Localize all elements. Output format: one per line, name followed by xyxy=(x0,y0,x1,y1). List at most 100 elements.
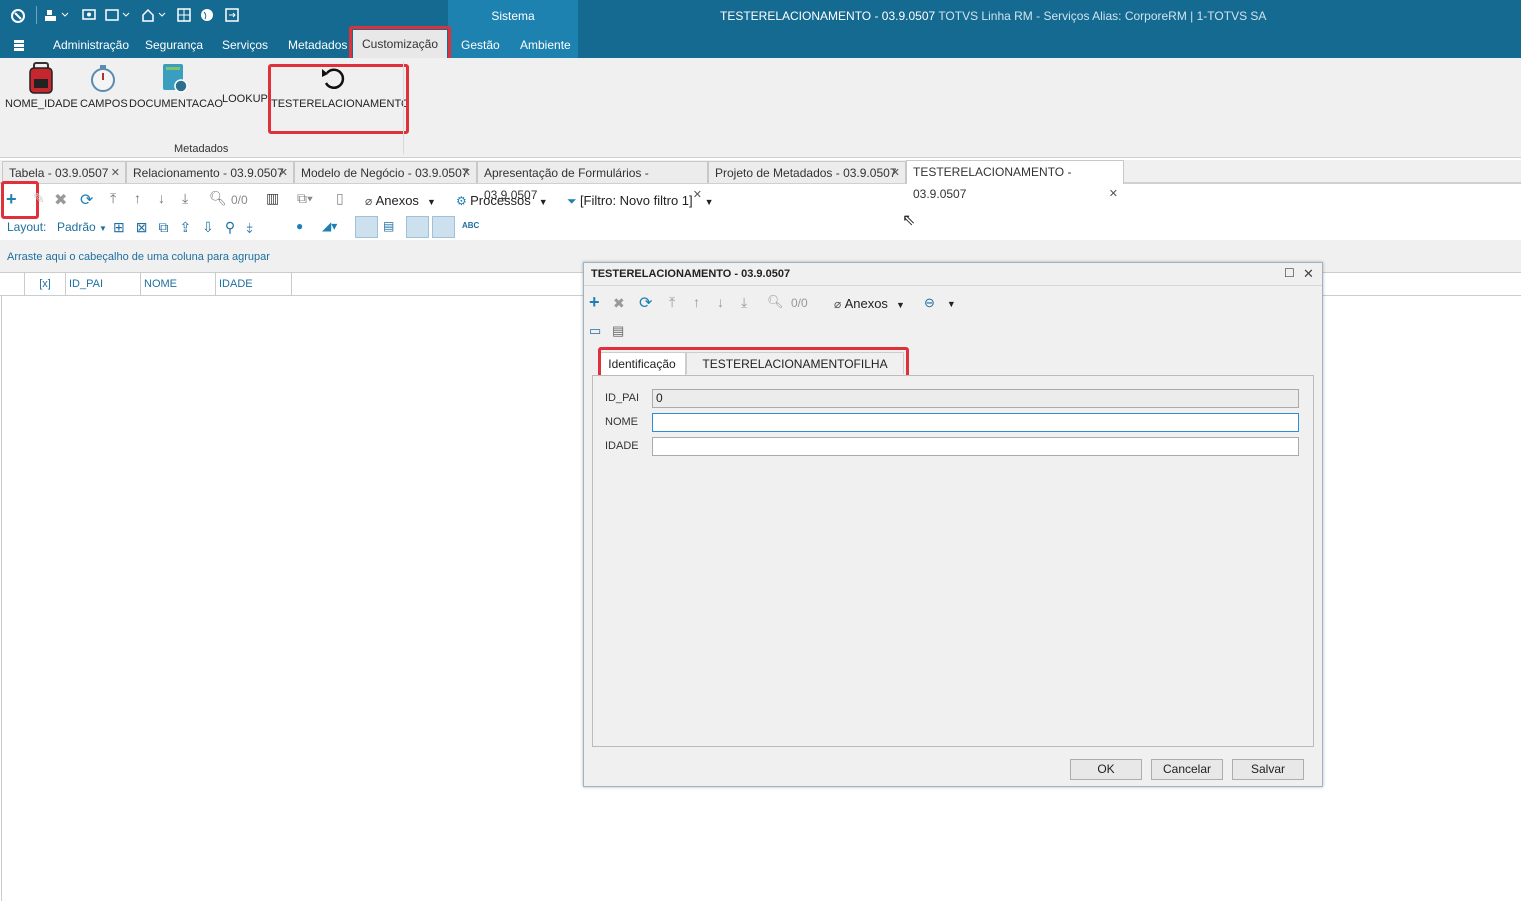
chevron-down-icon: ▼ xyxy=(99,224,107,233)
doc-tab-projeto-metadados[interactable]: Projeto de Metadados - 03.9.0507 ✕ xyxy=(708,161,906,183)
app-logo-icon[interactable] xyxy=(10,8,26,27)
doc-tab-label: Projeto de Metadados - 03.9.0507 xyxy=(715,166,897,180)
tab-ambiente[interactable]: Ambiente xyxy=(520,38,571,52)
ribbon-button-campos[interactable]: CAMPOS xyxy=(80,62,128,110)
ribbon-button-label: CAMPOS xyxy=(80,98,128,110)
doc-tab-label: Tabela - 03.9.0507 xyxy=(9,166,109,180)
grid-icon[interactable] xyxy=(177,8,191,25)
dialog-anexos-dropdown[interactable]: ⌀ Anexos ▼ xyxy=(834,296,905,311)
list-view-icon[interactable]: ▤ xyxy=(612,323,624,339)
id-pai-field[interactable]: 0 xyxy=(652,389,1299,408)
next-record-icon[interactable]: ↓ xyxy=(158,190,165,212)
tab-gestao[interactable]: Gestão xyxy=(461,38,500,52)
col-header-id-pai[interactable]: ID_PAI xyxy=(66,273,141,295)
prev-record-icon[interactable]: ↑ xyxy=(134,190,141,212)
close-icon[interactable]: ✕ xyxy=(891,162,900,184)
processos-dropdown[interactable]: ⚙ Processos ▼ xyxy=(456,193,548,208)
close-icon[interactable]: ✕ xyxy=(279,162,288,184)
tab-administracao[interactable]: Administração xyxy=(53,38,129,52)
export-icon[interactable]: ⧉▾ xyxy=(297,190,313,212)
globe-icon[interactable] xyxy=(200,8,214,25)
search-icon[interactable]: 🔍︎ xyxy=(209,190,227,212)
document-icon[interactable]: ▯ xyxy=(336,190,344,212)
save-button[interactable]: Salvar xyxy=(1232,759,1304,780)
close-dialog-icon[interactable]: ✕ xyxy=(1303,266,1314,282)
ok-button[interactable]: OK xyxy=(1070,759,1142,780)
dialog-options-icon[interactable]: ⊖ ▼ xyxy=(924,295,956,311)
doc-tab-apresentacao[interactable]: Apresentação de Formulários - 03.9.0507 ✕ xyxy=(477,161,708,202)
ribbon-button-nome-idade[interactable]: NOME_IDADE xyxy=(5,62,78,110)
doc-tab-testerelacionamento[interactable]: TESTERELACIONAMENTO - 03.9.0507 ✕ xyxy=(906,160,1124,201)
tab-seguranca[interactable]: Segurança xyxy=(145,38,203,52)
view-grid-icon[interactable] xyxy=(432,216,455,238)
dialog-last-icon[interactable]: ⤓ xyxy=(741,294,747,311)
filter-dropdown[interactable]: ⏷ [Filtro: Novo filtro 1] ▼ xyxy=(567,193,714,209)
ribbon-button-documentacao[interactable]: DOCUMENTACAO xyxy=(129,62,223,110)
ribbon-button-lookup[interactable]: LOOKUP xyxy=(222,93,268,105)
chevron-down-icon: ▼ xyxy=(704,197,714,207)
dialog-search-icon[interactable]: 🔍︎ xyxy=(767,294,784,310)
ribbon-menu-icon[interactable] xyxy=(12,38,26,55)
grid-indicator-col xyxy=(0,273,25,295)
stopwatch-icon xyxy=(80,62,126,94)
gear-icon: ⚙ xyxy=(456,194,471,208)
dialog-refresh-icon[interactable]: ⟳ xyxy=(639,293,652,313)
dialog-add-icon[interactable]: + xyxy=(589,292,600,313)
anexos-label: Anexos xyxy=(375,193,419,208)
field-label-id-pai: ID_PAI xyxy=(605,392,640,404)
color-icon[interactable]: ● xyxy=(296,219,303,233)
anexos-dropdown[interactable]: ⌀ Anexos ▼ xyxy=(365,193,436,208)
idade-field[interactable] xyxy=(652,437,1299,456)
doc-tab-tabela[interactable]: Tabela - 03.9.0507 ✕ xyxy=(2,161,126,183)
dialog-first-icon[interactable]: ⤒ xyxy=(669,294,675,311)
window-title-text: TESTERELACIONAMENTO - 03.9.0507 xyxy=(720,9,936,23)
columns-icon[interactable]: ▥ xyxy=(266,190,279,212)
close-icon[interactable]: ✕ xyxy=(1109,183,1118,205)
ribbon-button-label: DOCUMENTACAO xyxy=(129,98,223,110)
processos-label: Processos xyxy=(470,193,531,208)
col-header-select[interactable]: [x] xyxy=(25,273,66,295)
layout-tools[interactable]: ⊞⊠⧉⇪⇩⚲⤈ xyxy=(113,219,263,236)
chart-icon[interactable]: ◢▾ xyxy=(322,219,337,233)
layout-select[interactable]: Padrão ▼ xyxy=(57,220,107,234)
dialog-next-icon[interactable]: ↓ xyxy=(717,294,724,310)
cancel-button[interactable]: Cancelar xyxy=(1151,759,1223,780)
system-tab[interactable]: Sistema xyxy=(448,9,578,23)
dialog-delete-icon[interactable]: ✖ xyxy=(613,295,625,312)
exit-icon[interactable] xyxy=(225,8,239,25)
view-form-icon[interactable] xyxy=(406,216,429,238)
edit-icon[interactable]: ✎ xyxy=(33,190,45,212)
chevron-down-icon: ▼ xyxy=(426,197,436,207)
view-split-icon[interactable]: ▤ xyxy=(383,219,394,233)
monitor-icon[interactable] xyxy=(82,8,96,25)
col-header-nome[interactable]: NOME xyxy=(141,273,216,295)
ribbon-button-label: LOOKUP xyxy=(222,93,268,105)
view-single-icon[interactable] xyxy=(355,216,378,238)
close-icon[interactable]: ✕ xyxy=(462,162,471,184)
users-icon[interactable] xyxy=(44,8,70,25)
paperclip-icon: ⌀ xyxy=(834,297,845,311)
dialog-prev-icon[interactable]: ↑ xyxy=(693,294,700,310)
col-header-idade[interactable]: IDADE xyxy=(216,273,292,295)
maximize-icon[interactable]: ☐ xyxy=(1284,266,1295,280)
dialog-title: TESTERELACIONAMENTO - 03.9.0507 xyxy=(591,268,791,280)
tab-servicos[interactable]: Serviços xyxy=(222,38,268,52)
home-icon[interactable] xyxy=(141,8,167,25)
form-view-icon[interactable]: ▭ xyxy=(589,323,601,339)
filter-icon: ⏷ xyxy=(567,194,580,208)
close-icon[interactable]: ✕ xyxy=(111,162,120,184)
doc-tab-label: Relacionamento - 03.9.0507 xyxy=(133,166,284,180)
last-record-icon[interactable]: ⤓ xyxy=(182,190,188,212)
delete-icon[interactable]: ✖ xyxy=(54,190,67,212)
paperclip-icon: ⌀ xyxy=(365,194,376,208)
group-hint: Arraste aqui o cabeçalho de uma coluna p… xyxy=(7,251,270,263)
tab-metadados[interactable]: Metadados xyxy=(288,38,347,52)
nome-field[interactable] xyxy=(652,413,1299,432)
filter-label: [Filtro: Novo filtro 1] xyxy=(579,193,693,208)
doc-tab-relacionamento[interactable]: Relacionamento - 03.9.0507 ✕ xyxy=(126,161,294,183)
window-icon[interactable] xyxy=(105,8,131,25)
doc-tab-modelo-negocio[interactable]: Modelo de Negócio - 03.9.0507 ✕ xyxy=(294,161,477,183)
first-record-icon[interactable]: ⤒ xyxy=(110,190,116,212)
abc-icon[interactable]: ABC xyxy=(462,221,479,230)
refresh-icon[interactable]: ⟳ xyxy=(80,190,93,212)
